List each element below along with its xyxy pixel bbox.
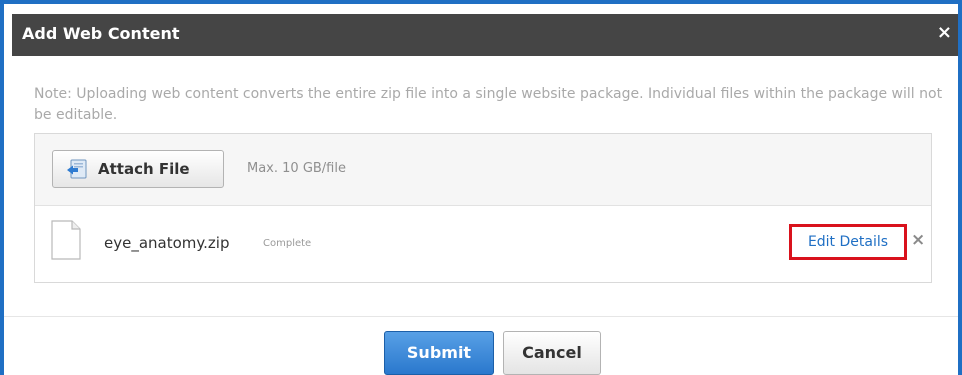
file-list-item: eye_anatomy.zip Complete Edit Details × [35,206,931,282]
add-web-content-dialog: Add Web Content × Note: Uploading web co… [0,0,962,375]
attach-file-icon [67,159,87,179]
upload-row: Attach File Max. 10 GB/file [35,134,931,206]
dialog-title: Add Web Content [22,24,180,43]
submit-button[interactable]: Submit [384,331,494,375]
edit-details-link[interactable]: Edit Details [789,224,907,260]
document-icon [51,220,81,260]
upload-panel: Attach File Max. 10 GB/file eye_anatomy.… [34,133,932,283]
file-status: Complete [263,238,312,249]
max-file-size: Max. 10 GB/file [247,161,346,176]
dialog-titlebar: Add Web Content × [12,14,958,56]
attach-file-button[interactable]: Attach File [52,150,224,188]
footer-divider [4,316,958,317]
upload-note: Note: Uploading web content converts the… [34,86,943,123]
attach-file-label: Attach File [98,160,190,178]
cancel-button[interactable]: Cancel [503,331,601,375]
file-name: eye_anatomy.zip [104,234,230,252]
close-icon[interactable]: × [937,22,952,44]
remove-file-icon[interactable]: × [911,230,925,250]
